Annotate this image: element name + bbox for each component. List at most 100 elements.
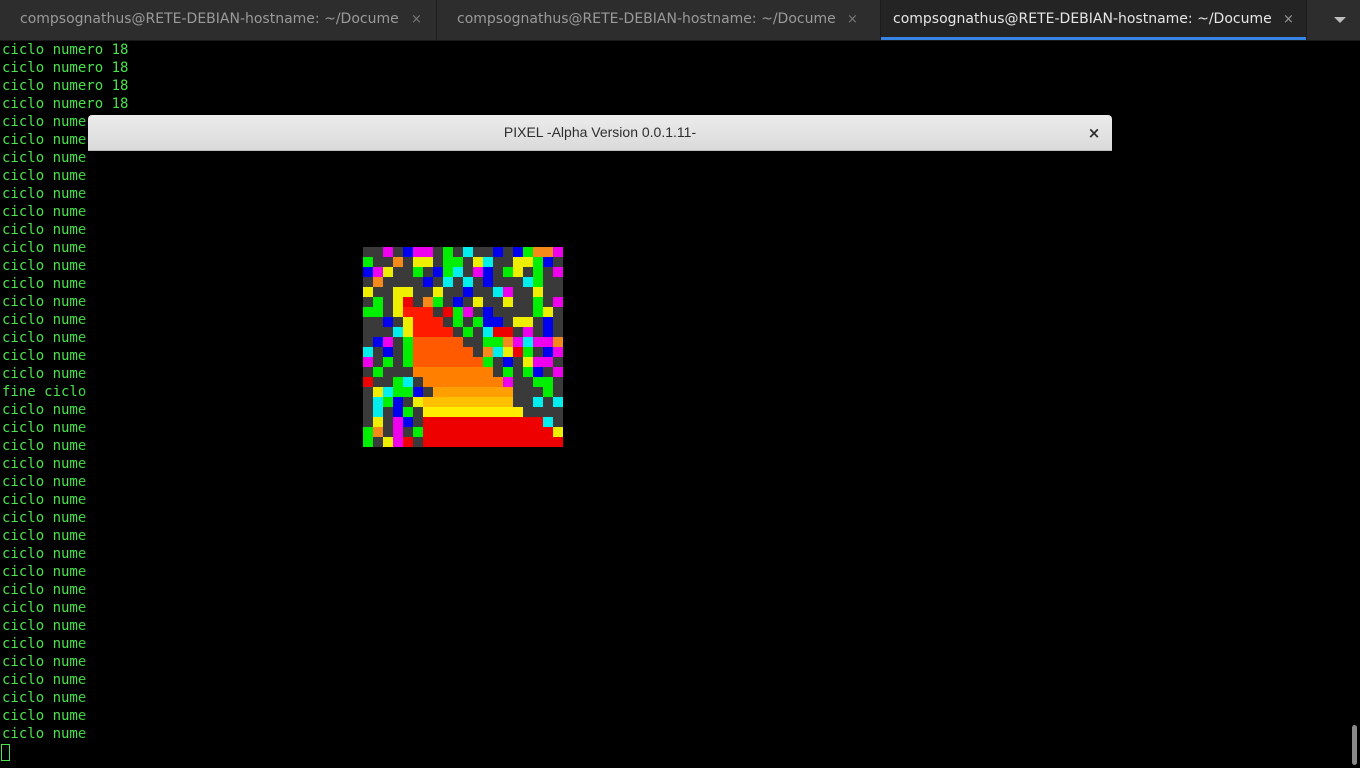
pixel-cell: [483, 287, 493, 297]
pixel-cell: [443, 277, 453, 287]
pixel-cell: [543, 397, 553, 407]
pixel-cell: [533, 377, 543, 387]
pixel-cell: [433, 387, 443, 397]
pixel-cell: [423, 327, 433, 337]
pixel-cell: [553, 367, 563, 377]
pixel-cell: [363, 287, 373, 297]
close-icon[interactable]: ×: [1283, 10, 1294, 30]
terminal-line: ciclo numero 18: [2, 42, 129, 58]
pixel-cell: [483, 247, 493, 257]
pixel-cell: [523, 357, 533, 367]
pixel-cell: [413, 397, 423, 407]
pixel-cell: [433, 397, 443, 407]
pixel-cell: [483, 267, 493, 277]
pixel-cell: [363, 437, 373, 447]
pixel-cell: [513, 327, 523, 337]
pixel-cell: [483, 437, 493, 447]
pixel-cell: [423, 307, 433, 317]
pixel-cell: [543, 297, 553, 307]
pixel-cell: [543, 267, 553, 277]
pixel-cell: [503, 397, 513, 407]
pixel-cell: [363, 267, 373, 277]
pixel-cell: [503, 247, 513, 257]
pixel-cell: [533, 427, 543, 437]
pixel-cell: [413, 327, 423, 337]
pixel-cell: [413, 407, 423, 417]
pixel-cell: [403, 397, 413, 407]
pixel-cell: [373, 427, 383, 437]
pixel-cell: [453, 257, 463, 267]
pixel-cell: [423, 367, 433, 377]
pixel-cell: [533, 247, 543, 257]
pixel-cell: [553, 357, 563, 367]
pixel-cell: [393, 397, 403, 407]
pixel-cell: [483, 397, 493, 407]
pixel-cell: [553, 267, 563, 277]
pixel-cell: [553, 317, 563, 327]
pixel-cell: [373, 287, 383, 297]
window-titlebar[interactable]: PIXEL -Alpha Version 0.0.1.11- ×: [88, 115, 1112, 151]
pixel-cell: [493, 377, 503, 387]
pixel-cell: [463, 397, 473, 407]
pixel-cell: [493, 387, 503, 397]
pixel-cell: [383, 417, 393, 427]
pixel-cell: [503, 287, 513, 297]
terminal-cursor: [1, 744, 10, 761]
pixel-cell: [453, 317, 463, 327]
pixel-grid: [363, 247, 563, 447]
pixel-cell: [443, 437, 453, 447]
pixel-cell: [533, 417, 543, 427]
tab-terminal-1[interactable]: compsognathus@RETE-DEBIAN-hostname: ~/Do…: [0, 0, 437, 40]
pixel-cell: [423, 317, 433, 327]
terminal-scrollbar[interactable]: [1348, 41, 1360, 768]
pixel-cell: [433, 347, 443, 357]
pixel-cell: [553, 387, 563, 397]
pixel-cell: [523, 287, 533, 297]
pixel-cell: [463, 297, 473, 307]
pixel-cell: [413, 287, 423, 297]
pixel-cell: [463, 417, 473, 427]
pixel-cell: [553, 347, 563, 357]
pixel-cell: [463, 347, 473, 357]
pixel-cell: [473, 367, 483, 377]
pixel-cell: [523, 267, 533, 277]
pixel-cell: [373, 327, 383, 337]
pixel-cell: [453, 417, 463, 427]
pixel-cell: [423, 387, 433, 397]
pixel-cell: [423, 297, 433, 307]
pixel-cell: [393, 317, 403, 327]
pixel-cell: [373, 347, 383, 357]
pixel-cell: [453, 407, 463, 417]
pixel-cell: [473, 307, 483, 317]
tab-menu-button[interactable]: [1320, 0, 1360, 40]
close-icon[interactable]: ×: [1082, 121, 1106, 145]
pixel-cell: [473, 287, 483, 297]
pixel-cell: [493, 257, 503, 267]
pixel-cell: [383, 437, 393, 447]
pixel-cell: [483, 367, 493, 377]
pixel-cell: [473, 437, 483, 447]
pixel-cell: [363, 327, 373, 337]
pixel-cell: [413, 357, 423, 367]
pixel-cell: [433, 257, 443, 267]
pixel-canvas[interactable]: [88, 151, 1112, 768]
pixel-cell: [463, 257, 473, 267]
pixel-cell: [513, 337, 523, 347]
pixel-cell: [553, 407, 563, 417]
tab-terminal-3-active[interactable]: compsognathus@RETE-DEBIAN-hostname: ~/Do…: [881, 0, 1307, 40]
pixel-cell: [463, 367, 473, 377]
close-icon[interactable]: ×: [847, 10, 858, 30]
pixel-cell: [453, 307, 463, 317]
pixel-cell: [523, 407, 533, 417]
pixel-cell: [373, 277, 383, 287]
scrollbar-thumb[interactable]: [1352, 725, 1357, 765]
tab-terminal-2[interactable]: compsognathus@RETE-DEBIAN-hostname: ~/Do…: [437, 0, 881, 40]
close-icon[interactable]: ×: [411, 10, 422, 30]
pixel-cell: [493, 397, 503, 407]
pixel-cell: [503, 297, 513, 307]
pixel-cell: [393, 357, 403, 367]
pixel-cell: [393, 417, 403, 427]
pixel-cell: [533, 277, 543, 287]
pixel-cell: [513, 347, 523, 357]
pixel-cell: [403, 297, 413, 307]
